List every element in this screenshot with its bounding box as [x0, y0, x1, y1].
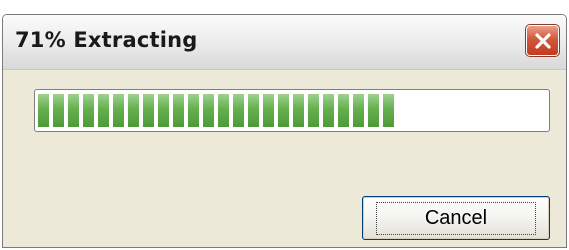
cancel-button[interactable]: Cancel: [362, 196, 550, 240]
progress-segment: [203, 94, 214, 127]
progress-segment: [53, 94, 64, 127]
progress-segment: [158, 94, 169, 127]
progress-segment: [233, 94, 244, 127]
progress-segment: [293, 94, 304, 127]
progress-segment: [83, 94, 94, 127]
progress-segment: [38, 94, 49, 127]
progress-segment: [383, 94, 394, 127]
progress-bar: [34, 89, 550, 132]
progress-fill: [38, 94, 546, 127]
progress-segment: [248, 94, 259, 127]
progress-segment: [128, 94, 139, 127]
progress-segment: [98, 94, 109, 127]
progress-segment: [113, 94, 124, 127]
window-title: 71% Extracting: [15, 28, 198, 52]
progress-segment: [173, 94, 184, 127]
progress-segment: [323, 94, 334, 127]
progress-segment: [68, 94, 79, 127]
close-button[interactable]: [525, 24, 560, 57]
progress-segment: [143, 94, 154, 127]
cancel-button-label: Cancel: [376, 201, 536, 235]
close-icon: [534, 32, 551, 49]
progress-segment: [188, 94, 199, 127]
progress-segment: [353, 94, 364, 127]
title-bar[interactable]: 71% Extracting: [3, 15, 566, 70]
progress-segment: [278, 94, 289, 127]
dialog-body: Cancel: [3, 70, 566, 247]
progress-segment: [338, 94, 349, 127]
progress-segment: [368, 94, 379, 127]
progress-segment: [308, 94, 319, 127]
extract-dialog: 71% Extracting Cancel: [2, 14, 567, 248]
progress-segment: [263, 94, 274, 127]
progress-segment: [218, 94, 229, 127]
